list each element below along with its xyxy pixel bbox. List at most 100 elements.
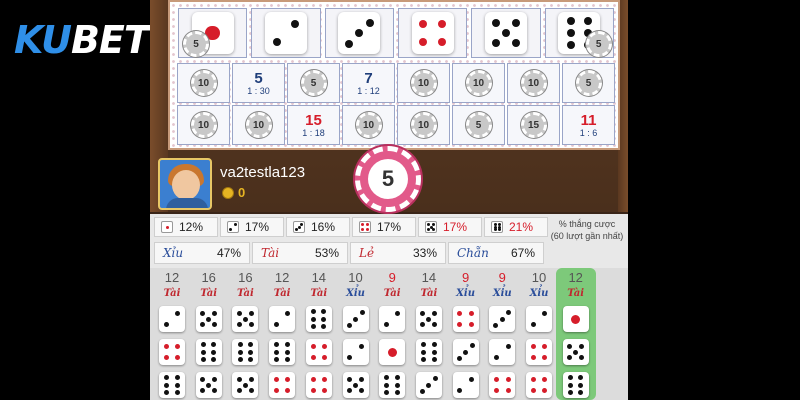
die-pip xyxy=(200,356,206,362)
history-result: Tài xyxy=(163,288,181,299)
sum-bet-cell[interactable]: 51 : 30 xyxy=(232,63,285,103)
sum-bet-cell[interactable]: 10 xyxy=(342,105,395,145)
sum-bet-cell[interactable]: 10 xyxy=(397,63,450,103)
history-round: 9 Tài xyxy=(374,268,410,400)
die-pip xyxy=(426,316,432,322)
history-sum: 14 xyxy=(421,270,437,285)
die-pip xyxy=(285,388,291,394)
die-face-4-icon xyxy=(452,306,479,332)
die-pip xyxy=(347,355,353,361)
bet-cell-face-4[interactable] xyxy=(397,8,468,58)
bet-cell-face-3[interactable] xyxy=(324,8,394,58)
history-result: Xỉu xyxy=(346,288,365,299)
die-pip xyxy=(200,388,206,394)
face-stat-pct: 12% xyxy=(179,220,204,234)
die-pip xyxy=(322,388,328,394)
die-pip xyxy=(321,316,327,322)
die-pip xyxy=(274,342,280,348)
sum-bet-cell[interactable]: 10 xyxy=(177,63,230,103)
die-pip xyxy=(285,376,291,382)
bet-stat-pct: 33% xyxy=(412,246,437,260)
avatar-face xyxy=(172,170,200,200)
die-pip xyxy=(492,38,501,47)
die-pip xyxy=(248,376,254,382)
die-pip xyxy=(200,310,206,316)
die-pip xyxy=(394,389,400,395)
die-pip xyxy=(493,323,499,328)
die-pip xyxy=(469,343,475,348)
die-pip xyxy=(567,375,573,381)
die-pip xyxy=(174,375,180,381)
bet-cell-face-2[interactable] xyxy=(251,8,321,58)
die-pip xyxy=(530,355,536,361)
die-face-6-icon xyxy=(195,339,222,365)
die-pip xyxy=(383,322,389,328)
die-pip xyxy=(578,389,584,395)
face-stat-1: 12% xyxy=(154,217,218,237)
sum-bet-cell[interactable]: 10 xyxy=(452,63,505,103)
die-face-3-icon xyxy=(293,221,305,233)
sum-bet-cell[interactable]: 10 xyxy=(507,63,560,103)
die-pip xyxy=(431,227,435,231)
die-pip xyxy=(384,375,390,381)
results-history: 12 Tài 16 Tài 16 Tài 12 Tài 14 Tài 10 Xỉu 9 Tài 14 Tài 9… xyxy=(150,268,628,400)
selected-chip[interactable]: 5 xyxy=(355,146,421,212)
payout-ratio: 1 : 18 xyxy=(302,127,325,138)
die-face-4-icon xyxy=(305,339,332,365)
die-face-4-icon xyxy=(269,372,296,398)
die-pip xyxy=(358,388,364,394)
die-pip xyxy=(164,389,170,395)
die-pip xyxy=(248,310,254,316)
die-pip xyxy=(579,355,585,361)
die-pip xyxy=(456,356,462,361)
sum-bet-cell[interactable]: 15 1 : 18 xyxy=(287,105,340,145)
die-pip xyxy=(164,375,170,381)
history-sum: 9 xyxy=(388,270,396,285)
face-stats-row: 12% 17% 16% 17% 17% 21% xyxy=(154,217,550,239)
bet-cell-face-6[interactable]: 5 xyxy=(544,8,614,58)
sum-bet-cell[interactable]: 10 xyxy=(397,105,450,145)
die-face-6-icon xyxy=(562,372,589,398)
die-pip xyxy=(578,382,584,388)
sum-bet-cell[interactable]: 11 1 : 6 xyxy=(562,105,615,145)
die-pip xyxy=(505,388,511,394)
die-pip xyxy=(394,375,400,381)
kubet-logo: KUBET xyxy=(14,18,150,62)
die-pip xyxy=(163,355,169,361)
die-pip xyxy=(506,310,512,315)
die-pip xyxy=(359,310,365,315)
player-avatar[interactable] xyxy=(158,158,212,210)
bet-cell-face-1[interactable]: 5 xyxy=(178,8,248,58)
sum-bet-cell[interactable]: 15 xyxy=(507,105,560,145)
face-stat-3: 16% xyxy=(286,217,350,237)
die-pip xyxy=(273,388,279,394)
sum-bet-cell[interactable]: 5 xyxy=(287,63,340,103)
die-pip xyxy=(365,18,374,27)
face-stat-6: 21% xyxy=(484,217,548,237)
die-face-5-icon xyxy=(484,12,527,54)
die-face-3-icon xyxy=(415,372,442,398)
sum-bet-cell[interactable]: 71 : 12 xyxy=(342,63,395,103)
placed-chip: 5 xyxy=(183,31,209,57)
die-pip xyxy=(432,376,438,381)
die-pip xyxy=(355,29,364,37)
sum-bet-cell[interactable]: 5 xyxy=(562,63,615,103)
die-pip xyxy=(583,17,592,26)
sum-bet-cell[interactable]: 10 xyxy=(177,105,230,145)
die-pip xyxy=(164,382,170,388)
sum-bet-cell[interactable]: 5 xyxy=(452,105,505,145)
sum-bet-cell[interactable]: 10 xyxy=(232,105,285,145)
die-pip xyxy=(566,17,575,26)
die-pip xyxy=(248,349,254,355)
die-pip xyxy=(361,223,365,227)
die-pip xyxy=(353,316,358,322)
die-pip xyxy=(311,316,317,322)
die-pip xyxy=(384,389,390,395)
die-pip xyxy=(297,225,301,229)
die-pip xyxy=(274,349,280,355)
bet-cell-face-5[interactable] xyxy=(471,8,541,58)
die-pip xyxy=(248,388,254,394)
face-stat-pct: 21% xyxy=(509,220,534,234)
die-pip xyxy=(492,19,501,28)
die-face-3-icon xyxy=(338,12,381,54)
